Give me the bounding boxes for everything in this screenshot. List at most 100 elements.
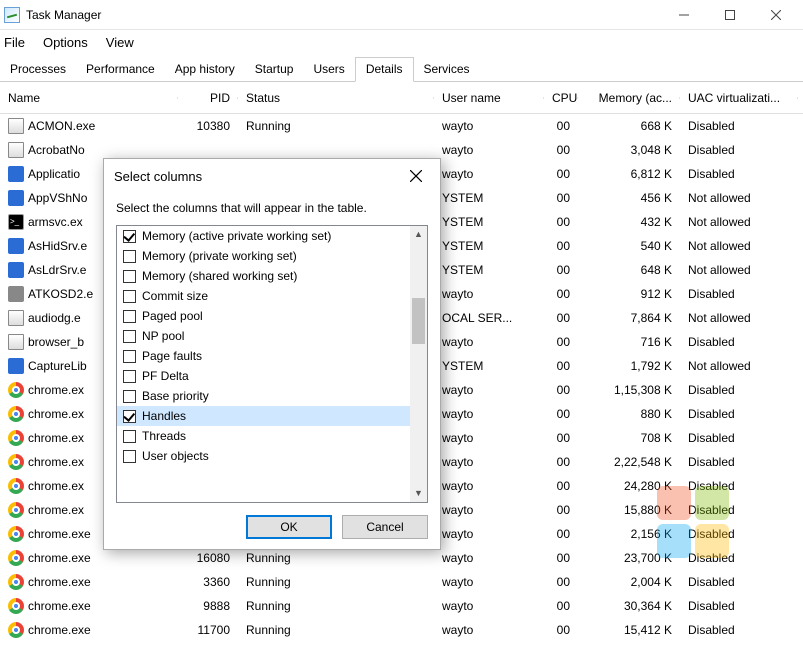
table-row[interactable]: chrome.exe9888Runningwayto0030,364 KDisa… <box>0 594 803 618</box>
menu-view[interactable]: View <box>106 35 134 50</box>
cell-memory: 24,280 K <box>578 479 680 493</box>
cell-uac: Disabled <box>680 335 798 349</box>
cell-status: Running <box>238 575 434 589</box>
cell-memory: 540 K <box>578 239 680 253</box>
minimize-button[interactable] <box>661 0 707 30</box>
column-option[interactable]: Page faults <box>117 346 410 366</box>
maximize-button[interactable] <box>707 0 753 30</box>
cell-cpu: 00 <box>544 167 578 181</box>
cell-user: wayto <box>434 407 544 421</box>
checkbox-icon[interactable] <box>123 390 136 403</box>
tab-performance[interactable]: Performance <box>76 58 165 81</box>
cell-status: Running <box>238 623 434 637</box>
cell-cpu: 00 <box>544 143 578 157</box>
checkbox-icon[interactable] <box>123 350 136 363</box>
checkbox-icon[interactable] <box>123 430 136 443</box>
cell-memory: 648 K <box>578 263 680 277</box>
cell-memory: 3,048 K <box>578 143 680 157</box>
process-icon <box>8 358 24 374</box>
process-name: AsHidSrv.e <box>28 239 87 253</box>
table-row[interactable]: ACMON.exe10380Runningwayto00668 KDisable… <box>0 114 803 138</box>
cell-uac: Not allowed <box>680 311 798 325</box>
select-columns-dialog: Select columns Select the columns that w… <box>103 158 441 550</box>
process-icon <box>8 214 24 230</box>
col-header-pid[interactable]: PID <box>178 91 238 105</box>
process-icon <box>8 622 24 638</box>
cell-uac: Disabled <box>680 143 798 157</box>
process-icon <box>8 190 24 206</box>
cell-uac: Disabled <box>680 383 798 397</box>
col-header-user[interactable]: User name <box>434 91 544 105</box>
cell-uac: Disabled <box>680 575 798 589</box>
table-row[interactable]: chrome.exe3360Runningwayto002,004 KDisab… <box>0 570 803 594</box>
checkbox-icon[interactable] <box>123 250 136 263</box>
checkbox-icon[interactable] <box>123 230 136 243</box>
cell-memory: 716 K <box>578 335 680 349</box>
checkbox-icon[interactable] <box>123 330 136 343</box>
cell-memory: 880 K <box>578 407 680 421</box>
tab-users[interactable]: Users <box>303 58 354 81</box>
process-icon <box>8 502 24 518</box>
cell-uac: Not allowed <box>680 215 798 229</box>
cell-memory: 708 K <box>578 431 680 445</box>
col-header-uac[interactable]: UAC virtualizati... <box>680 91 798 105</box>
menu-options[interactable]: Options <box>43 35 88 50</box>
tab-services[interactable]: Services <box>414 58 480 81</box>
col-header-status[interactable]: Status <box>238 91 434 105</box>
process-name: chrome.exe <box>28 623 91 637</box>
cell-memory: 7,864 K <box>578 311 680 325</box>
checkbox-icon[interactable] <box>123 270 136 283</box>
checkbox-icon[interactable] <box>123 310 136 323</box>
column-option[interactable]: Commit size <box>117 286 410 306</box>
close-button[interactable] <box>753 0 799 30</box>
col-header-memory[interactable]: Memory (ac... <box>578 91 680 105</box>
column-option[interactable]: Base priority <box>117 386 410 406</box>
column-option[interactable]: Memory (shared working set) <box>117 266 410 286</box>
col-header-cpu[interactable]: CPU <box>544 91 578 105</box>
cell-user: wayto <box>434 503 544 517</box>
tab-startup[interactable]: Startup <box>245 58 304 81</box>
process-icon <box>8 262 24 278</box>
column-option[interactable]: PF Delta <box>117 366 410 386</box>
col-header-name[interactable]: Name <box>0 91 178 105</box>
checklist-scrollbar[interactable]: ▲ ▼ <box>410 226 427 502</box>
cell-user: YSTEM <box>434 359 544 373</box>
menu-file[interactable]: File <box>4 35 25 50</box>
cell-memory: 668 K <box>578 119 680 133</box>
scroll-down-icon[interactable]: ▼ <box>410 485 427 502</box>
table-row[interactable]: chrome.exe11700Runningwayto0015,412 KDis… <box>0 618 803 642</box>
checkbox-icon[interactable] <box>123 450 136 463</box>
process-icon <box>8 550 24 566</box>
cancel-button[interactable]: Cancel <box>342 515 428 539</box>
cell-user: wayto <box>434 143 544 157</box>
ok-button[interactable]: OK <box>246 515 332 539</box>
cell-memory: 432 K <box>578 215 680 229</box>
cell-user: wayto <box>434 119 544 133</box>
cell-status: Running <box>238 551 434 565</box>
scroll-up-icon[interactable]: ▲ <box>410 226 427 243</box>
tab-app-history[interactable]: App history <box>165 58 245 81</box>
column-option[interactable]: User objects <box>117 446 410 466</box>
checkbox-icon[interactable] <box>123 410 136 423</box>
checkbox-icon[interactable] <box>123 370 136 383</box>
dialog-close-button[interactable] <box>402 162 430 190</box>
process-name: chrome.ex <box>28 431 84 445</box>
cell-cpu: 00 <box>544 599 578 613</box>
column-option[interactable]: Handles <box>117 406 410 426</box>
cell-cpu: 00 <box>544 119 578 133</box>
cell-memory: 15,412 K <box>578 623 680 637</box>
cell-uac: Disabled <box>680 623 798 637</box>
column-option[interactable]: NP pool <box>117 326 410 346</box>
column-option[interactable]: Threads <box>117 426 410 446</box>
column-option[interactable]: Paged pool <box>117 306 410 326</box>
column-option[interactable]: Memory (private working set) <box>117 246 410 266</box>
cell-user: wayto <box>434 167 544 181</box>
tab-details[interactable]: Details <box>355 57 414 82</box>
cell-memory: 912 K <box>578 287 680 301</box>
checkbox-icon[interactable] <box>123 290 136 303</box>
scroll-thumb[interactable] <box>412 298 425 344</box>
process-name: chrome.exe <box>28 527 91 541</box>
tab-processes[interactable]: Processes <box>0 58 76 81</box>
cell-uac: Disabled <box>680 479 798 493</box>
column-option[interactable]: Memory (active private working set) <box>117 226 410 246</box>
